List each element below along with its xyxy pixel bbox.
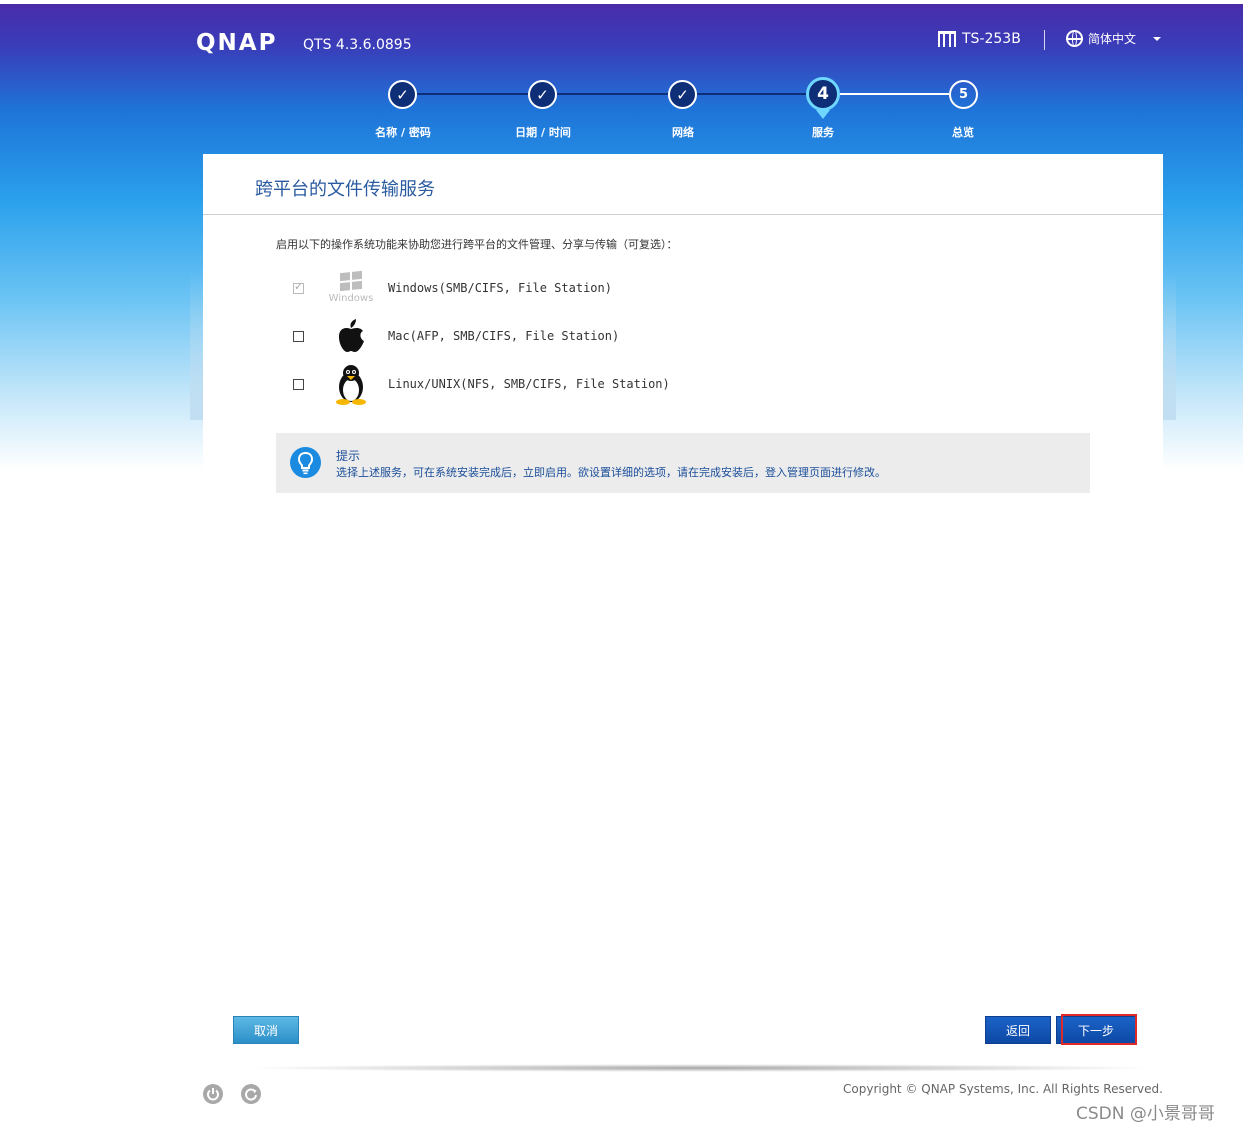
lightbulb-icon [290,447,321,478]
step-4-label: 服务 [812,126,834,139]
step-4-services: 4 [806,77,840,111]
tip-box: 提示 选择上述服务，可在系统安装完成后，立即启用。欲设置详细的选项，请在完成安装… [276,433,1090,493]
side-glow-left [190,270,204,420]
step-connector-3 [696,93,808,95]
linux-penguin-icon [326,361,376,407]
device-model: TS-253B [938,31,1021,47]
windows-icon-text: Windows [328,293,374,304]
qnap-logo: QNAP [196,30,278,56]
step-connector-4 [840,93,949,95]
windows-icon: Windows [326,265,376,311]
intro-text: 启用以下的操作系统功能来协助您进行跨平台的文件管理、分享与传输（可复选）： [276,238,678,251]
step-connector-1 [416,93,528,95]
title-divider [203,214,1163,215]
language-label: 简体中文 [1088,32,1137,46]
tip-text: 选择上述服务，可在系统安装完成后，立即启用。欲设置详细的选项，请在完成安装后，登… [336,466,886,479]
windows-label: Windows(SMB/CIFS, File Station) [388,281,612,295]
step-3-network: ✓ [668,80,697,109]
cancel-button[interactable]: 取消 [233,1016,299,1044]
side-glow-right [1162,270,1176,420]
watermark-text: CSDN @小景哥哥 [1076,1104,1215,1124]
windows-checkbox[interactable] [293,280,304,294]
globe-icon [1066,30,1083,47]
top-border [0,0,1243,4]
tip-title: 提示 [336,449,361,463]
linux-label: Linux/UNIX(NFS, SMB/CIFS, File Station) [388,377,670,391]
option-linux: Linux/UNIX(NFS, SMB/CIFS, File Station) [293,361,670,407]
firmware-version: QTS 4.3.6.0895 [303,37,412,53]
chevron-down-icon [1153,36,1162,41]
current-step-pointer [816,110,830,119]
page-title: 跨平台的文件传输服务 [255,179,435,200]
copyright-text: Copyright © QNAP Systems, Inc. All Right… [843,1082,1163,1096]
option-windows: Windows Windows(SMB/CIFS, File Station) [293,265,612,311]
step-1-label: 名称 / 密码 [375,126,431,139]
checkmark-icon: ✓ [676,85,689,104]
device-model-label: TS-253B [962,31,1021,47]
next-button[interactable]: 下一步 [1056,1016,1136,1044]
step-2-date-time: ✓ [528,80,557,109]
checkmark-icon: ✓ [396,85,409,104]
linux-checkbox[interactable] [293,378,304,390]
language-selector[interactable]: 简体中文 [1066,30,1162,47]
option-mac: Mac(AFP, SMB/CIFS, File Station) [293,313,619,359]
mac-checkbox[interactable] [293,330,304,342]
step-3-label: 网络 [672,126,694,139]
step-2-label: 日期 / 时间 [515,126,571,139]
header-divider [1044,30,1045,50]
wizard-panel: 跨平台的文件传输服务 启用以下的操作系统功能来协助您进行跨平台的文件管理、分享与… [203,154,1163,1064]
panel-shadow [240,1064,1160,1072]
power-icon[interactable] [203,1084,223,1104]
step-connector-2 [556,93,668,95]
step-5-label: 总览 [952,126,974,139]
step-5-summary: 5 [949,80,978,109]
mac-label: Mac(AFP, SMB/CIFS, File Station) [388,329,620,343]
apple-icon [326,313,376,359]
restart-icon[interactable] [241,1084,261,1104]
checkmark-icon: ✓ [536,85,549,104]
step-1-name-password: ✓ [388,80,417,109]
nas-device-icon [938,31,956,47]
back-button[interactable]: 返回 [985,1016,1051,1044]
